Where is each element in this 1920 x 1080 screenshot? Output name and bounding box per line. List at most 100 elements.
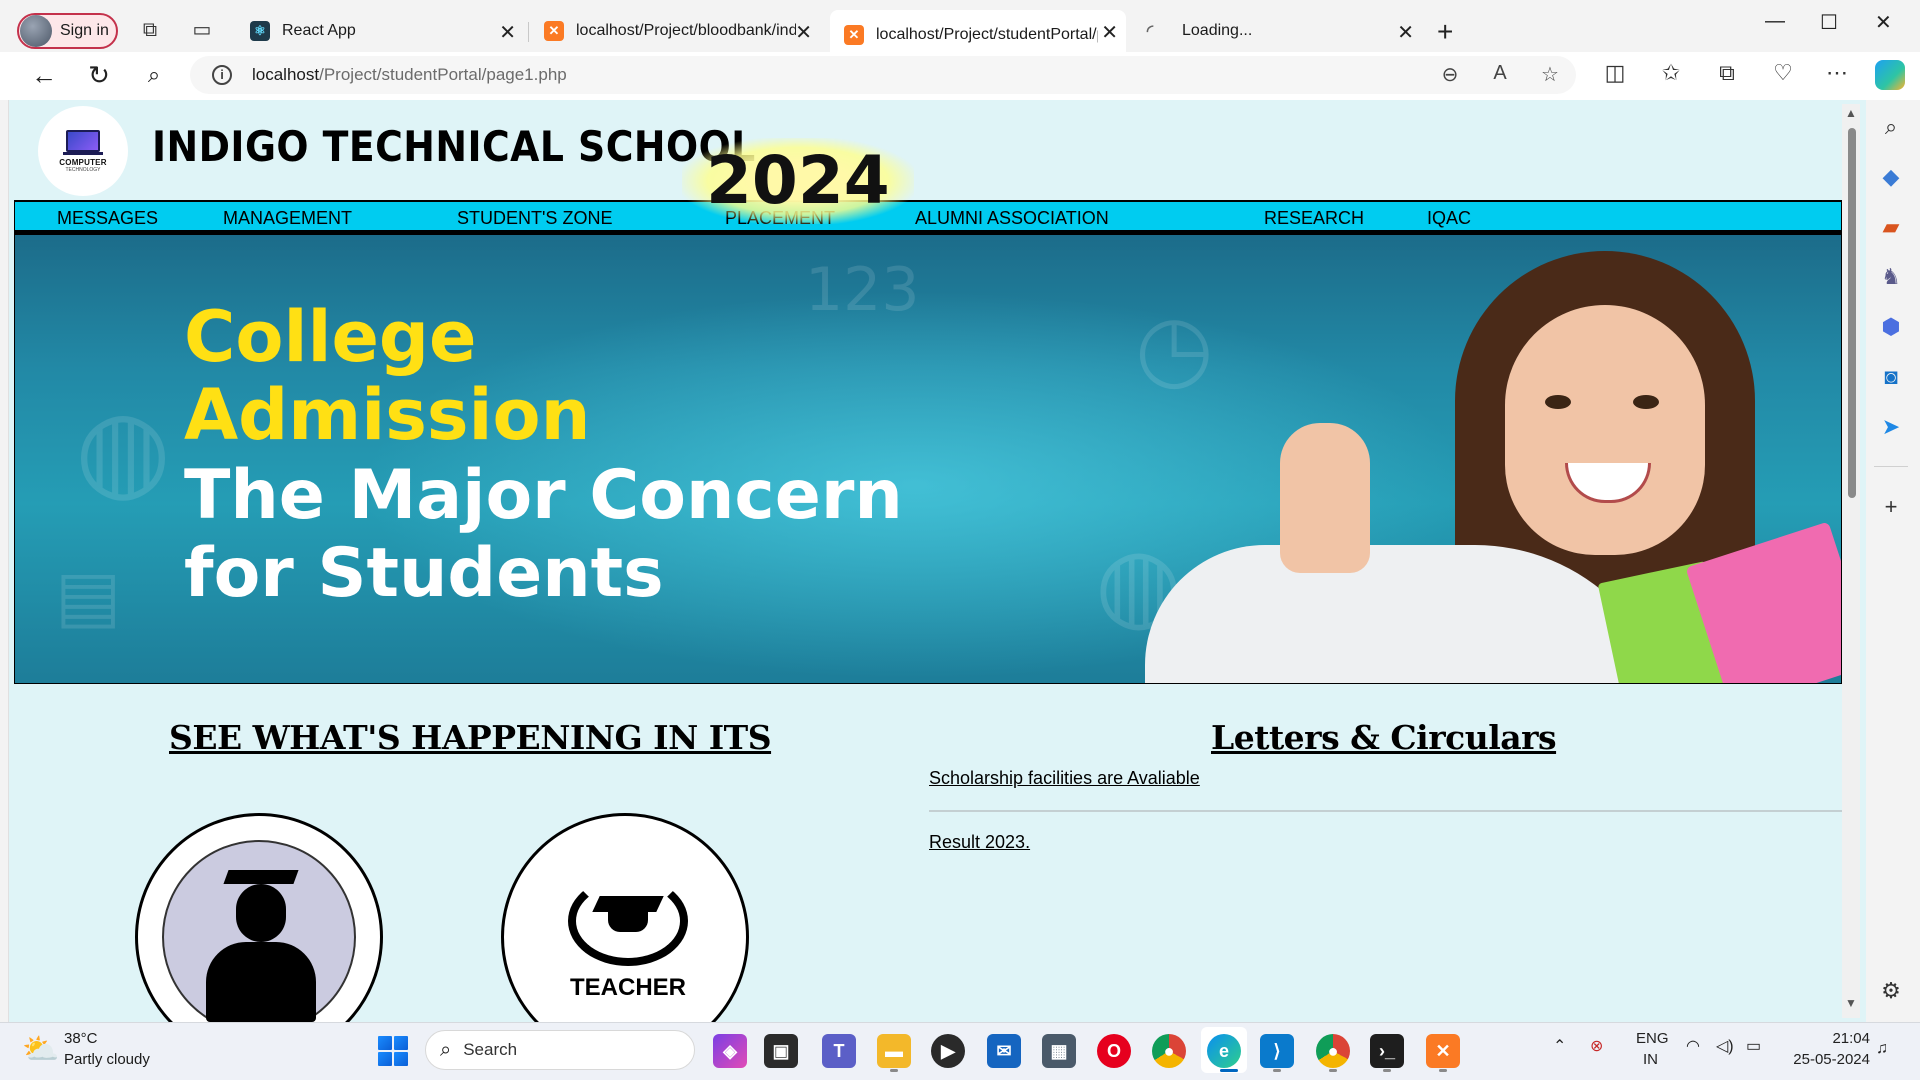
copilot-icon[interactable] [1875, 60, 1905, 90]
graduation-cap-icon [223, 870, 299, 884]
refresh-icon[interactable]: ↻ [83, 60, 115, 90]
scroll-up-icon[interactable]: ▲ [1845, 106, 1857, 120]
network-error-icon[interactable]: ⊗ [1590, 1036, 1603, 1056]
react-icon: ⚛ [250, 21, 270, 41]
terminal-icon[interactable]: ›_ [1370, 1034, 1404, 1068]
url-text[interactable]: localhost/Project/studentPortal/page1.ph… [252, 65, 567, 85]
weather-condition[interactable]: Partly cloudy [64, 1051, 150, 1068]
taskbar-date[interactable]: 25-05-2024 [1780, 1051, 1870, 1068]
school-logo[interactable]: COMPUTER TECHNOLOGY [38, 106, 128, 196]
teams-icon[interactable]: T [822, 1034, 856, 1068]
back-icon[interactable]: ← [28, 60, 60, 90]
sidebar-add-icon[interactable]: + [1876, 492, 1906, 522]
sidebar-drop-icon[interactable]: ➤ [1876, 412, 1906, 442]
doodle-globe-icon: ◍ [75, 385, 171, 513]
sidebar-divider [1874, 466, 1908, 467]
close-tab-icon[interactable]: ✕ [1101, 20, 1118, 45]
partly-cloudy-icon[interactable]: ⛅ [22, 1032, 59, 1067]
task-view-icon[interactable]: ▣ [764, 1034, 798, 1068]
chrome-profile-icon[interactable]: ● [1316, 1034, 1350, 1068]
loading-spinner-icon: ◜ [1146, 23, 1154, 40]
more-menu-icon[interactable]: ⋯ [1822, 60, 1852, 86]
menu-item-management[interactable]: MANAGEMENT [223, 208, 352, 229]
scroll-down-icon[interactable]: ▼ [1845, 996, 1857, 1010]
tab-react-app[interactable]: ⚛ React App ✕ [236, 10, 524, 52]
close-tab-icon[interactable]: ✕ [795, 20, 812, 45]
taskbar-clock[interactable]: 21:04 [1790, 1030, 1870, 1047]
sidebar-settings-icon[interactable]: ⚙ [1876, 976, 1906, 1006]
opera-icon[interactable]: O [1097, 1034, 1131, 1068]
girl-face [1505, 305, 1705, 555]
chrome-icon[interactable]: ● [1152, 1034, 1186, 1068]
sidebar-shopping-icon[interactable]: ◆ [1876, 162, 1906, 192]
sidebar-tools-icon[interactable]: ▰ [1876, 212, 1906, 242]
close-tab-icon[interactable]: ✕ [1397, 20, 1414, 45]
student-icon: STUDENT [162, 840, 356, 1034]
region-indicator[interactable]: IN [1643, 1051, 1658, 1068]
maximize-icon[interactable]: ☐ [1820, 10, 1838, 35]
laptop-base [63, 151, 103, 155]
sidebar-search-icon[interactable]: ⌕ [1876, 112, 1906, 142]
running-indicator [1439, 1069, 1447, 1072]
wifi-icon[interactable]: ◠ [1686, 1036, 1700, 1056]
collections-icon[interactable]: ⧉ [1712, 60, 1742, 86]
doodle-numbers: 123 [805, 255, 920, 325]
news-link-scholarship[interactable]: Scholarship facilities are Avaliable [929, 768, 1200, 789]
file-explorer-icon[interactable]: ▬ [877, 1034, 911, 1068]
menu-item-iqac[interactable]: IQAC [1427, 208, 1471, 229]
taskbar-search-label: Search [463, 1040, 518, 1059]
student-label: STUDENT [224, 1000, 298, 1016]
calculator-icon[interactable]: ▦ [1042, 1034, 1076, 1068]
show-hidden-icons[interactable]: ⌃ [1553, 1036, 1566, 1056]
copilot-app-icon[interactable]: ◈ [713, 1034, 747, 1068]
tab-title: React App [282, 22, 356, 39]
tab-title: localhost/Project/studentPortal/p [876, 26, 1098, 43]
split-screen-icon[interactable]: ◫ [1600, 60, 1630, 86]
battery-icon[interactable]: ▭ [1746, 1036, 1761, 1056]
favorites-icon[interactable]: ✩ [1656, 60, 1686, 86]
menu-item-students-zone[interactable]: STUDENT'S ZONE [457, 208, 612, 229]
banner-line-major-concern: The Major Concern [184, 456, 903, 535]
xampp-icon[interactable]: ✕ [1426, 1034, 1460, 1068]
start-button[interactable] [378, 1036, 408, 1066]
scrollbar-thumb[interactable] [1848, 128, 1856, 498]
menu-item-alumni-association[interactable]: ALUMNI ASSOCIATION [915, 208, 1109, 229]
language-indicator[interactable]: ENG [1636, 1030, 1669, 1047]
xampp-icon: ✕ [544, 21, 564, 41]
close-tab-icon[interactable]: ✕ [499, 20, 516, 45]
girl-eye [1633, 395, 1659, 409]
close-window-icon[interactable]: ✕ [1875, 10, 1892, 35]
menu-item-research[interactable]: RESEARCH [1264, 208, 1364, 229]
tab-loading[interactable]: ◜ Loading... ✕ [1126, 10, 1422, 52]
read-aloud-icon[interactable]: A [1486, 62, 1514, 85]
site-info-icon[interactable]: i [212, 65, 232, 85]
news-link-result[interactable]: Result 2023. [929, 832, 1030, 853]
taskbar-search[interactable]: ⌕ Search [425, 1030, 695, 1070]
media-player-icon[interactable]: ▶ [931, 1034, 965, 1068]
mail-icon[interactable]: ✉ [987, 1034, 1021, 1068]
sidebar-games-icon[interactable]: ♞ [1876, 262, 1906, 292]
school-title: INDIGO TECHNICAL SCHOOL [152, 122, 756, 171]
edge-icon[interactable]: e [1207, 1034, 1241, 1068]
weather-temperature[interactable]: 38°C [64, 1030, 98, 1047]
notification-bell-icon[interactable]: ♫ [1876, 1040, 1888, 1058]
sign-in-button[interactable]: Sign in [17, 13, 118, 49]
menu-item-messages[interactable]: MESSAGES [57, 208, 158, 229]
new-tab-button[interactable]: + [1437, 16, 1453, 48]
sign-in-label: Sign in [60, 22, 109, 39]
volume-icon[interactable]: ◁) [1716, 1036, 1734, 1056]
sidebar-outlook-icon[interactable]: ◙ [1876, 362, 1906, 392]
workspaces-icon[interactable]: ⧉ [138, 18, 162, 42]
student-head [236, 884, 286, 942]
tab-actions-icon[interactable]: ▭ [190, 18, 214, 42]
search-icon[interactable]: ⌕ [138, 60, 170, 90]
vscode-icon[interactable]: ⟩ [1260, 1034, 1294, 1068]
address-bar[interactable]: i localhost/Project/studentPortal/page1.… [190, 56, 1576, 94]
browser-essentials-icon[interactable]: ♡ [1768, 60, 1798, 86]
sidebar-microsoft365-icon[interactable]: ⬢ [1876, 312, 1906, 342]
zoom-out-icon[interactable]: ⊖ [1436, 62, 1464, 87]
tab-bloodbank[interactable]: ✕ localhost/Project/bloodbank/ind ✕ [530, 10, 820, 52]
minimize-icon[interactable]: — [1765, 10, 1785, 33]
favorite-star-icon[interactable]: ☆ [1536, 62, 1564, 87]
mortarboard-base [608, 910, 648, 932]
